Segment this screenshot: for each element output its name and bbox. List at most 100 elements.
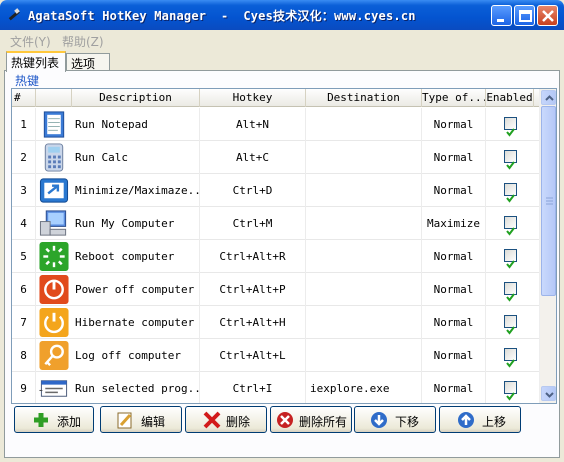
edit-button-label: 编辑 (141, 415, 166, 429)
row-destination (306, 108, 422, 141)
column-header-number[interactable]: # (12, 89, 36, 107)
row-type: Normal (422, 240, 486, 273)
row-enabled-cell (486, 273, 534, 306)
enabled-checkbox[interactable] (504, 183, 517, 203)
row-destination (306, 306, 422, 339)
edit-icon (117, 412, 132, 429)
tab-hotkey-list[interactable]: 热键列表 (6, 51, 66, 72)
row-destination (306, 174, 422, 207)
row-description: Minimize/Maximaze... (72, 174, 200, 207)
table-row[interactable]: 5 Reboot computer Ctrl+Alt+R Normal (12, 240, 540, 273)
row-type: Normal (422, 339, 486, 372)
enabled-checkbox[interactable] (504, 249, 517, 269)
hotkey-grid[interactable]: # Description Hotkey Destination Type of… (11, 88, 557, 404)
move-up-button[interactable]: 上移 (439, 406, 521, 433)
row-hotkey: Ctrl+M (200, 207, 306, 240)
row-hotkey: Alt+C (200, 141, 306, 174)
vertical-scrollbar[interactable] (539, 89, 556, 403)
row-number: 4 (12, 207, 36, 240)
reboot-icon (39, 241, 69, 272)
minimize-button[interactable] (491, 5, 512, 26)
checkmark-icon (506, 392, 515, 401)
row-description: Reboot computer (72, 240, 200, 273)
column-header-description[interactable]: Description (72, 89, 200, 107)
scroll-up-button[interactable] (541, 90, 556, 105)
column-header-enabled[interactable]: Enabled (486, 89, 534, 107)
grip-icon (546, 197, 553, 205)
maximize-button[interactable] (514, 5, 535, 26)
row-destination: iexplore.exe (306, 372, 422, 403)
menu-file[interactable]: 文件(Y) (10, 33, 51, 50)
row-number: 1 (12, 108, 36, 141)
enabled-checkbox[interactable] (504, 381, 517, 401)
delete-all-button-label: 删除所有 (299, 415, 348, 429)
grid-header: # Description Hotkey Destination Type of… (12, 89, 540, 107)
enabled-checkbox[interactable] (504, 348, 517, 368)
table-row[interactable]: 4 Run My Computer Ctrl+M Maximize (12, 207, 540, 240)
enabled-checkbox[interactable] (504, 315, 517, 335)
move-down-button[interactable]: 下移 (354, 406, 436, 433)
table-row[interactable]: 7 Hibernate computer Ctrl+Alt+H Normal (12, 306, 540, 339)
tab-options[interactable]: 选项 (66, 53, 110, 71)
enabled-checkbox[interactable] (504, 282, 517, 302)
tab-strip: 热键列表 选项 (4, 51, 560, 72)
table-row[interactable]: 1 Run Notepad Alt+N Normal (12, 108, 540, 141)
row-destination (306, 141, 422, 174)
row-type: Normal (422, 141, 486, 174)
row-description: Power off computer (72, 273, 200, 306)
row-hotkey: Ctrl+Alt+H (200, 306, 306, 339)
row-number: 3 (12, 174, 36, 207)
delete-all-button[interactable]: 删除所有 (270, 406, 352, 433)
table-row[interactable]: 8 Log off computer Ctrl+Alt+L Normal (12, 339, 540, 372)
chevron-down-icon (545, 392, 554, 398)
row-number: 9 (12, 372, 36, 403)
row-hotkey: Ctrl+I (200, 372, 306, 403)
edit-button[interactable]: 编辑 (100, 406, 182, 433)
power-off-icon (39, 274, 69, 305)
title-bar[interactable]: AgataSoft HotKey Manager - Cyes技术汉化：www.… (0, 0, 564, 30)
table-row[interactable]: 9 Run selected prog... Ctrl+I iexplore.exe N… (12, 372, 540, 403)
column-header-type[interactable]: Type of... (422, 89, 486, 107)
arrow-down-icon (371, 412, 387, 428)
row-type: Normal (422, 108, 486, 141)
close-button[interactable] (537, 5, 558, 26)
app-icon (8, 8, 20, 21)
row-enabled-cell (486, 141, 534, 174)
checkmark-icon (506, 194, 515, 203)
row-description: Run selected prog... (72, 372, 200, 403)
delete-button[interactable]: 删除 (185, 406, 267, 433)
checkmark-icon (506, 227, 515, 236)
column-header-destination[interactable]: Destination (306, 89, 422, 107)
table-row[interactable]: 6 Power off computer Ctrl+Alt+P Normal (12, 273, 540, 306)
delete-all-icon (277, 412, 293, 428)
enabled-checkbox[interactable] (504, 150, 517, 170)
table-row[interactable]: 2 Run Calc Alt+C Normal (12, 141, 540, 174)
table-row[interactable]: 3 Minimize/Maximaze... Ctrl+D Normal (12, 174, 540, 207)
menu-help[interactable]: 帮助(Z) (62, 33, 104, 50)
row-destination (306, 240, 422, 273)
row-enabled-cell (486, 306, 534, 339)
hotkey-list-panel: 热键 # Description Hotkey Destination Type… (4, 70, 560, 458)
row-hotkey: Ctrl+Alt+L (200, 339, 306, 372)
enabled-checkbox[interactable] (504, 216, 517, 236)
row-enabled-cell (486, 108, 534, 141)
column-header-hotkey[interactable]: Hotkey (200, 89, 306, 107)
move-down-button-label: 下移 (395, 415, 420, 429)
row-number: 6 (12, 273, 36, 306)
enabled-checkbox[interactable] (504, 117, 517, 137)
row-type: Maximize (422, 207, 486, 240)
scroll-down-button[interactable] (541, 386, 556, 401)
row-type: Normal (422, 273, 486, 306)
add-button[interactable]: 添加 (14, 406, 94, 433)
maximize-icon (519, 10, 532, 22)
checkmark-icon (506, 128, 515, 137)
row-hotkey: Ctrl+D (200, 174, 306, 207)
calculator-icon (44, 143, 64, 172)
column-header-icon[interactable] (36, 89, 72, 107)
row-enabled-cell (486, 240, 534, 273)
minimize-icon (497, 19, 504, 22)
row-hotkey: Ctrl+Alt+P (200, 273, 306, 306)
scroll-thumb[interactable] (541, 106, 556, 296)
checkmark-icon (506, 161, 515, 170)
menu-bar: 文件(Y) 帮助(Z) (4, 30, 560, 50)
